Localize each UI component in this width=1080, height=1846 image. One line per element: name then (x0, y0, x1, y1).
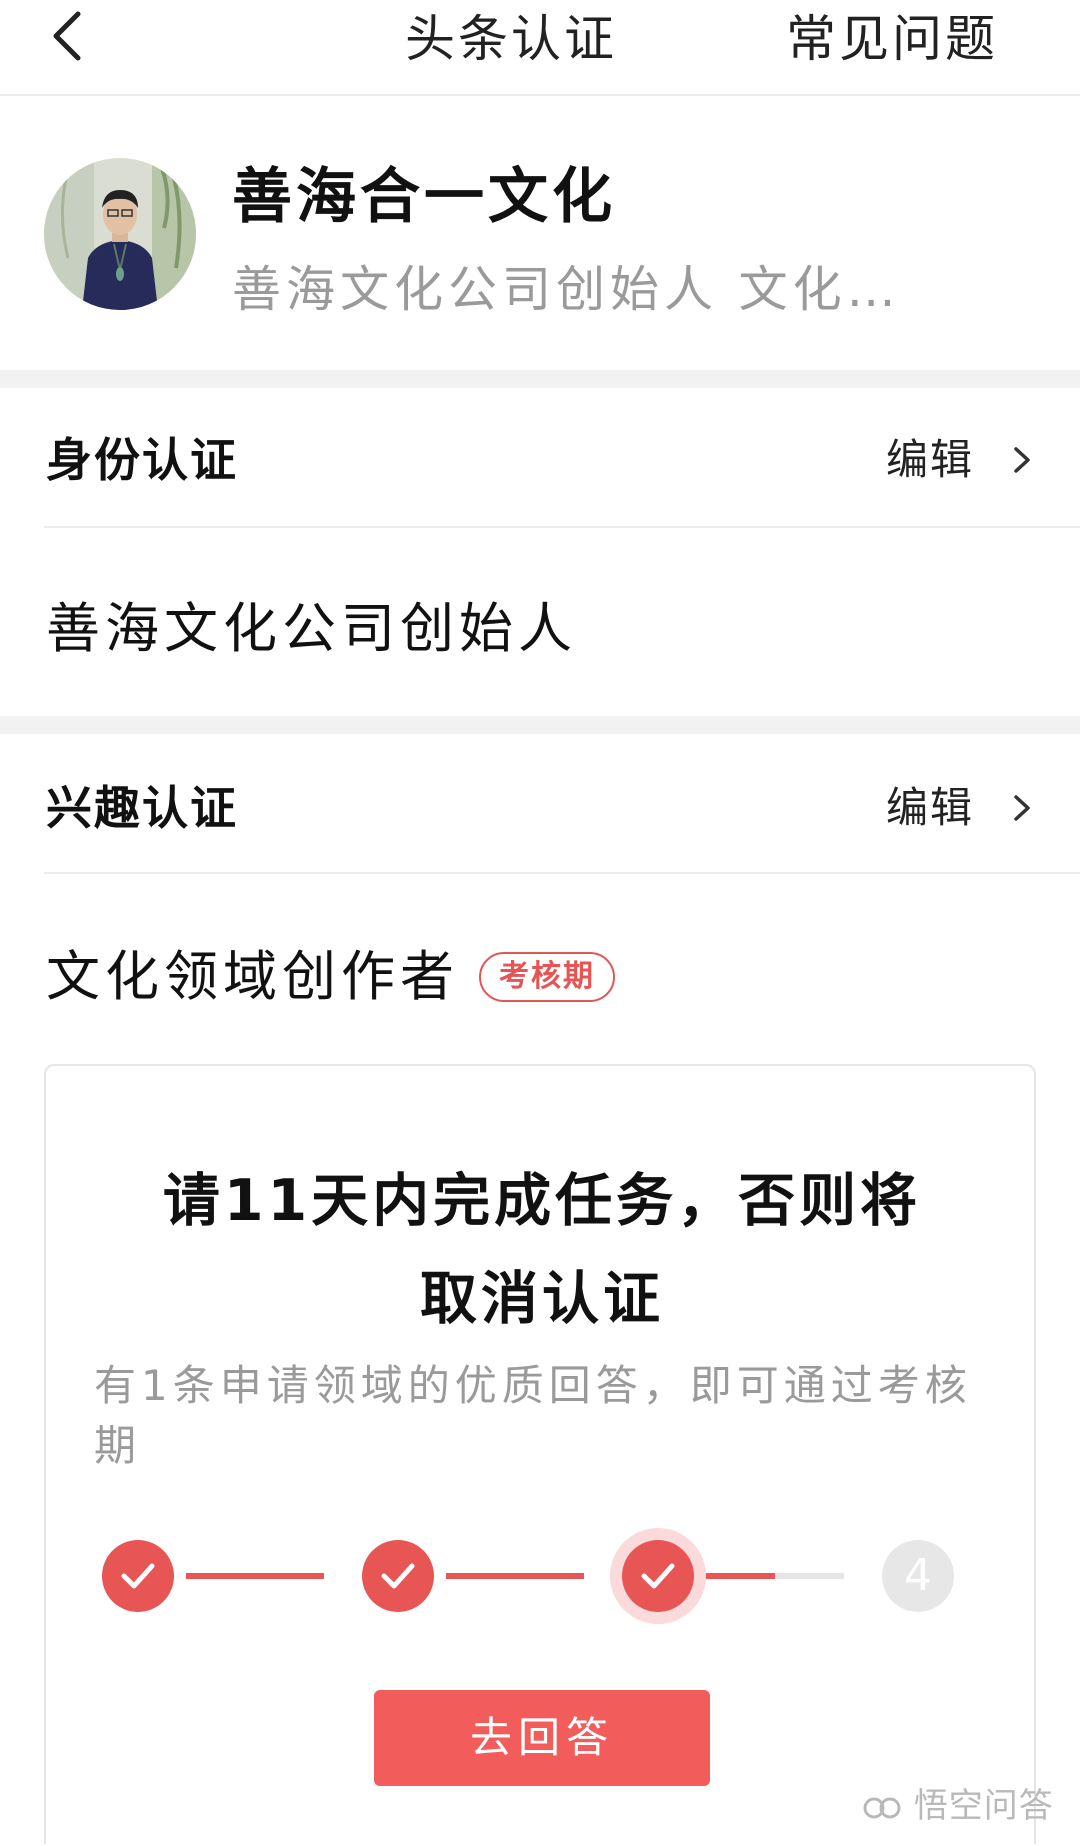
identity-value: 善海文化公司创始人 (46, 597, 577, 660)
interest-field-row: 文化领域创作者 考核期 (46, 940, 615, 1014)
chevron-right-icon (1014, 447, 1030, 473)
check-icon (641, 1563, 675, 1589)
row-divider (44, 526, 1080, 528)
step-number: 4 (904, 1550, 932, 1601)
avatar (44, 158, 196, 310)
step-2-done (362, 1540, 434, 1612)
step-connector (706, 1573, 844, 1579)
top-nav-bar: 头条认证 常见问题 (0, 0, 1080, 96)
edit-label: 编辑 (886, 435, 975, 484)
back-button[interactable] (44, 8, 90, 64)
step-4-pending: 4 (882, 1540, 954, 1612)
identity-edit-button[interactable]: 编辑 (886, 428, 1046, 492)
watermark: 悟空问答 (862, 1784, 1076, 1828)
go-answer-button[interactable]: 去回答 (374, 1690, 710, 1786)
row-divider (44, 872, 1080, 874)
check-icon (121, 1563, 155, 1589)
status-badge: 考核期 (479, 952, 615, 1002)
faq-link[interactable]: 常见问题 (786, 4, 1046, 74)
wukong-logo-icon (863, 1797, 901, 1818)
page-title: 头条认证 (405, 10, 617, 68)
edit-label: 编辑 (886, 783, 975, 832)
step-3-current (622, 1540, 694, 1612)
verification-page: 头条认证 常见问题 善海合一文化 善海文化公司创始人 文化… 身份认证 编辑 善… (0, 0, 1080, 1846)
section-divider (0, 370, 1080, 388)
chevron-left-icon (53, 11, 81, 61)
section-divider (0, 716, 1080, 734)
check-icon (381, 1563, 415, 1589)
step-connector (186, 1573, 324, 1579)
step-1-done (102, 1540, 174, 1612)
profile-name: 善海合一文化 (232, 162, 616, 232)
interest-field: 文化领域创作者 (46, 945, 459, 1008)
interest-edit-button[interactable]: 编辑 (886, 776, 1046, 840)
step-connector (446, 1573, 584, 1579)
chevron-right-icon (1014, 795, 1030, 821)
profile-bio: 善海文化公司创始人 文化… (232, 261, 901, 318)
watermark-text: 悟空问答 (913, 1786, 1054, 1826)
interest-section-title: 兴趣认证 (46, 781, 238, 835)
identity-section-title: 身份认证 (46, 433, 238, 487)
task-card: 请11天内完成任务，否则将 取消认证 有1条申请领域的优质回答，即可通过考核期 … (44, 1064, 1036, 1844)
